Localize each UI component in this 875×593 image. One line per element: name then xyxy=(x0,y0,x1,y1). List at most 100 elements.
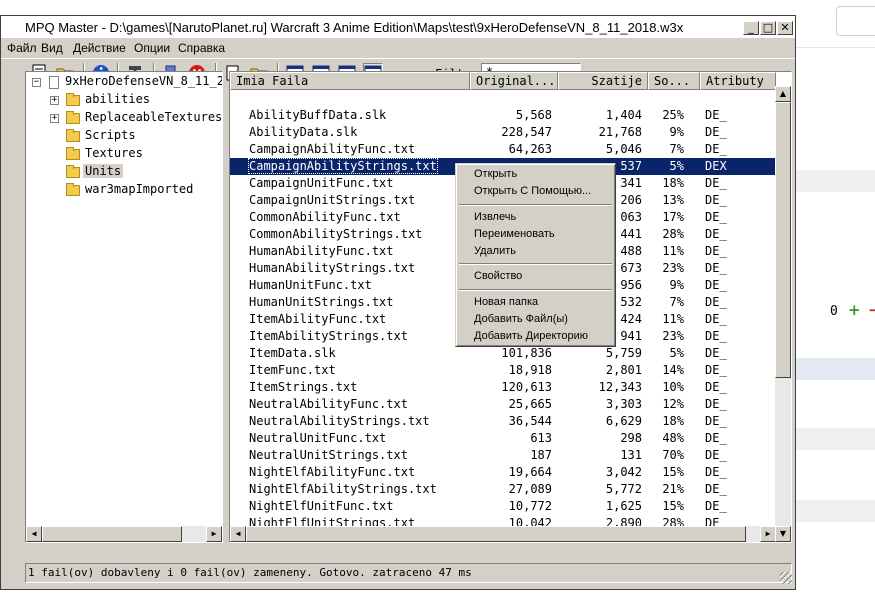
background-counter: 0 xyxy=(830,304,838,319)
menu-view[interactable]: Вид xyxy=(41,41,63,55)
compressed-size: 5,759 xyxy=(605,346,642,360)
attributes: DE_ xyxy=(705,431,727,445)
context-add-files[interactable]: Добавить Файл(ы) xyxy=(474,313,568,325)
background-plus-button[interactable]: + xyxy=(848,301,861,319)
scroll-right-arrow-icon[interactable]: ▶ xyxy=(206,526,222,542)
table-row[interactable]: ItemData.slk 101,836 5,759 5% DE_ xyxy=(230,345,776,362)
file-name: NeutralUnitFunc.txt xyxy=(249,431,387,445)
attributes: DE_ xyxy=(705,380,727,394)
compression-ratio: 18% xyxy=(662,414,684,428)
table-row[interactable]: NeutralUnitFunc.txt 613 298 48% DE_ xyxy=(230,430,776,447)
tree-item-textures[interactable]: Textures xyxy=(83,146,145,160)
minimize-button[interactable]: _ xyxy=(743,21,759,35)
tree-item-scripts[interactable]: Scripts xyxy=(83,128,138,142)
file-name: NightElfAbilityStrings.txt xyxy=(249,482,437,496)
collapse-icon[interactable]: − xyxy=(32,78,41,87)
title-bar[interactable]: MPQ Master - D:\games\[NarutoPlanet.ru] … xyxy=(1,16,795,38)
tree-item-war3mapimported[interactable]: war3mapImported xyxy=(83,182,195,196)
table-row[interactable]: NeutralUnitStrings.txt 187 131 70% DE_ xyxy=(230,447,776,464)
tree-root[interactable]: 9xHeroDefenseVN_8_11_2 xyxy=(63,74,222,88)
tree-item-units[interactable]: Units xyxy=(83,164,124,178)
original-size: 228,547 xyxy=(501,125,552,139)
scroll-down-arrow-icon[interactable]: ▼ xyxy=(775,526,791,542)
table-row[interactable]: NeutralAbilityFunc.txt 25,665 3,303 12% DE_ xyxy=(230,396,776,413)
scroll-left-arrow-icon[interactable]: ◀ xyxy=(26,526,42,542)
scroll-thumb[interactable] xyxy=(246,526,746,542)
compression-ratio: 15% xyxy=(662,499,684,513)
file-name: AbilityData.slk xyxy=(249,125,358,139)
attributes: DE_ xyxy=(705,210,727,224)
tree-item-abilities[interactable]: abilities xyxy=(83,92,152,106)
compression-ratio: 11% xyxy=(662,312,684,326)
context-delete[interactable]: Удалить xyxy=(474,245,516,257)
table-row[interactable]: NightElfAbilityStrings.txt 27,089 5,772 21%… xyxy=(230,481,776,498)
list-vertical-scrollbar[interactable]: ▲ ▼ xyxy=(775,86,791,542)
compressed-size: 424 xyxy=(620,312,642,326)
folder-tree: − 9xHeroDefenseVN_8_11_2 + abilities + R… xyxy=(25,71,223,543)
scroll-thumb[interactable] xyxy=(775,102,791,378)
column-header-compressed[interactable]: Szatije xyxy=(558,72,648,90)
menu-action[interactable]: Действие xyxy=(73,41,126,55)
background-minus-button[interactable]: − xyxy=(868,301,875,319)
table-row[interactable]: AbilityBuffData.slk 5,568 1,404 25% DE_ xyxy=(230,107,776,124)
context-properties[interactable]: Свойство xyxy=(474,270,522,282)
compression-ratio: 15% xyxy=(662,465,684,479)
compressed-size: 532 xyxy=(620,295,642,309)
column-header-original[interactable]: Original... xyxy=(470,72,558,90)
file-name: CommonAbilityFunc.txt xyxy=(249,210,401,224)
list-horizontal-scrollbar[interactable]: ◀ ▶ xyxy=(230,526,776,542)
table-row[interactable]: ItemFunc.txt 18,918 2,801 14% DE_ xyxy=(230,362,776,379)
column-header-name[interactable]: Imia Faila xyxy=(230,72,470,90)
table-row[interactable]: AbilityData.slk 228,547 21,768 9% DE_ xyxy=(230,124,776,141)
context-rename[interactable]: Переименовать xyxy=(474,228,555,240)
menu-help[interactable]: Справка xyxy=(178,41,225,55)
table-row[interactable]: ItemStrings.txt 120,613 12,343 10% DE_ xyxy=(230,379,776,396)
menu-file[interactable]: Файл xyxy=(7,41,37,55)
scroll-left-arrow-icon[interactable]: ◀ xyxy=(230,526,246,542)
file-name: NightElfAbilityFunc.txt xyxy=(249,465,416,479)
context-add-directory[interactable]: Добавить Директорию xyxy=(474,330,588,342)
column-header-attributes[interactable]: Atributy xyxy=(700,72,776,90)
compression-ratio: 70% xyxy=(662,448,684,462)
compressed-size: 6,629 xyxy=(605,414,642,428)
maximize-button[interactable]: □ xyxy=(760,21,776,35)
compressed-size: 12,343 xyxy=(598,380,642,394)
attributes: DEX xyxy=(705,159,727,173)
compressed-size: 3,042 xyxy=(605,465,642,479)
file-name: HumanAbilityFunc.txt xyxy=(249,244,394,258)
context-menu: Открыть Открыть С Помощью... Извлечь Пер… xyxy=(455,163,616,347)
attributes: DE_ xyxy=(705,193,727,207)
compression-ratio: 21% xyxy=(662,482,684,496)
file-name: CampaignAbilityStrings.txt xyxy=(248,158,438,174)
resize-grip-icon[interactable] xyxy=(780,572,792,584)
menu-options[interactable]: Опции xyxy=(134,41,170,55)
file-name: HumanUnitFunc.txt xyxy=(249,278,372,292)
expand-icon[interactable]: + xyxy=(50,96,59,105)
file-name: NightElfUnitFunc.txt xyxy=(249,499,394,513)
context-extract[interactable]: Извлечь xyxy=(474,211,516,223)
table-row[interactable]: NeutralAbilityStrings.txt 36,544 6,629 18% D… xyxy=(230,413,776,430)
tree-horizontal-scrollbar[interactable]: ◀ ▶ xyxy=(26,526,222,542)
expand-icon[interactable]: + xyxy=(50,114,59,123)
column-header-ratio[interactable]: So... xyxy=(648,72,700,90)
compressed-size: 488 xyxy=(620,244,642,258)
context-open[interactable]: Открыть xyxy=(474,168,517,180)
compression-ratio: 9% xyxy=(669,278,684,292)
file-name: ItemFunc.txt xyxy=(249,363,336,377)
menu-bar: Файл Вид Действие Опции Справка xyxy=(1,38,795,58)
context-new-folder[interactable]: Новая папка xyxy=(474,296,538,308)
close-button[interactable]: ✕ xyxy=(777,21,793,35)
scroll-thumb[interactable] xyxy=(42,526,182,542)
compression-ratio: 7% xyxy=(669,142,684,156)
table-row[interactable]: CampaignAbilityFunc.txt 64,263 5,046 7% DE_ xyxy=(230,141,776,158)
original-size: 120,613 xyxy=(501,380,552,394)
scroll-right-arrow-icon[interactable]: ▶ xyxy=(760,526,776,542)
file-name: ItemAbilityFunc.txt xyxy=(249,312,387,326)
table-row[interactable]: NightElfAbilityFunc.txt 19,664 3,042 15% DE_ xyxy=(230,464,776,481)
tree-item-replaceabletextures[interactable]: ReplaceableTextures xyxy=(83,110,222,124)
context-open-with[interactable]: Открыть С Помощью... xyxy=(474,185,591,197)
table-row[interactable]: NightElfUnitFunc.txt 10,772 1,625 15% DE_ xyxy=(230,498,776,515)
compressed-size: 298 xyxy=(620,431,642,445)
scroll-up-arrow-icon[interactable]: ▲ xyxy=(775,86,791,102)
attributes: DE_ xyxy=(705,278,727,292)
